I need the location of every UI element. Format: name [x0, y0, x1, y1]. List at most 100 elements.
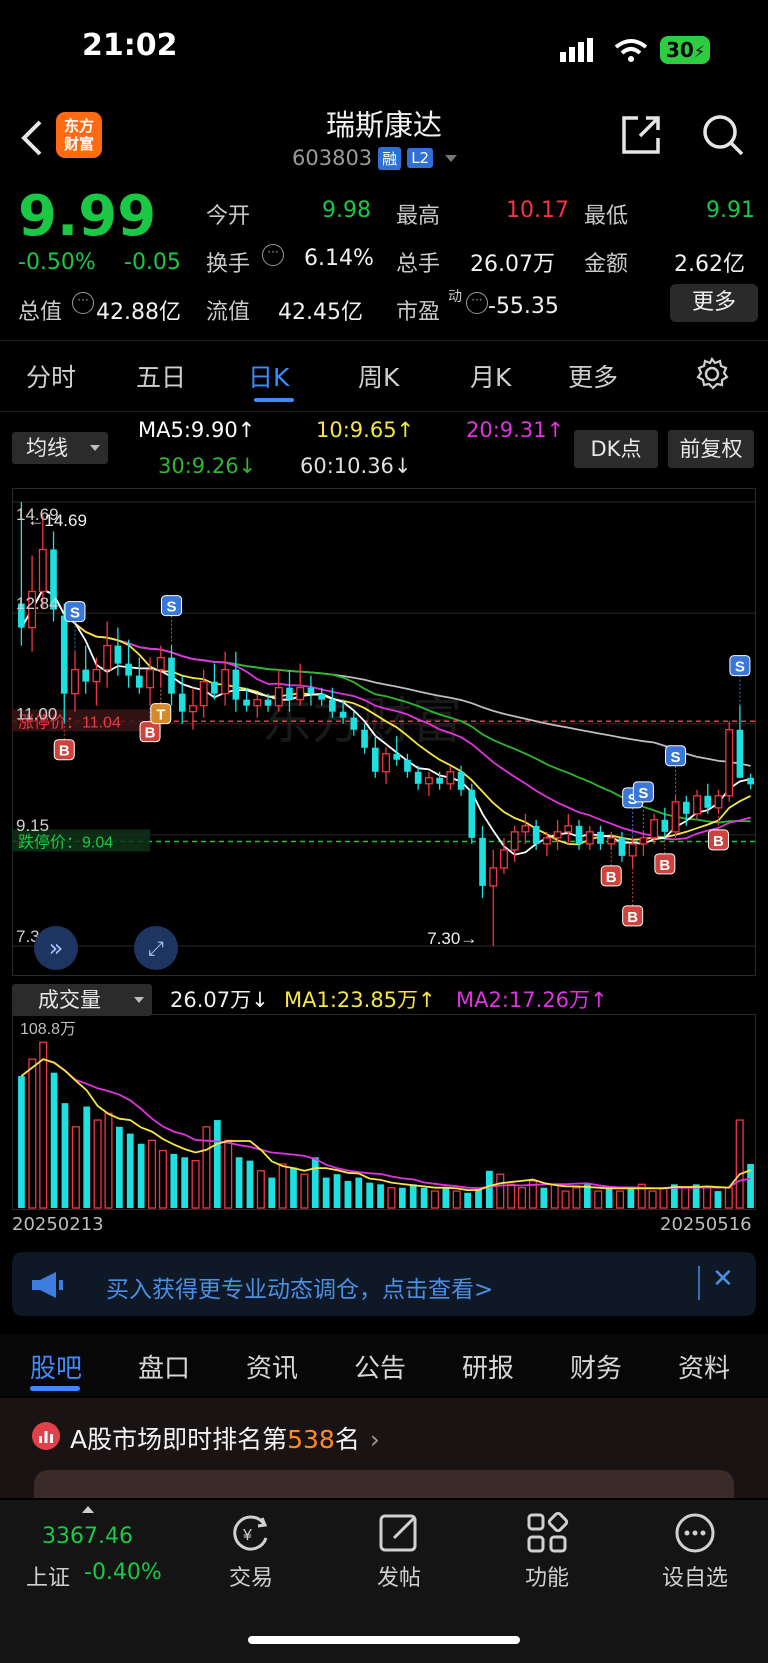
volume-ma2: MA2:17.26万↑	[456, 988, 608, 1012]
battery-icon: 30⚡	[660, 36, 710, 64]
index-name[interactable]: 上证	[26, 1560, 70, 1592]
candle-body	[286, 687, 293, 700]
volume-bar	[181, 1157, 189, 1208]
share-icon[interactable]	[618, 112, 664, 158]
volume-chart[interactable]: 108.8万	[12, 1014, 756, 1210]
more-button[interactable]: 更多	[670, 284, 758, 322]
ma5-value: MA5:9.90↑	[138, 418, 256, 442]
candle-body	[114, 645, 122, 664]
svg-text:¥: ¥	[242, 1527, 252, 1544]
candle-body	[103, 644, 112, 671]
volume-bar	[28, 1058, 37, 1209]
volume-bar	[561, 1190, 570, 1209]
tab-monthly-k[interactable]: 月K	[470, 358, 511, 394]
nav-post[interactable]: 发帖	[344, 1560, 454, 1592]
turnover-label: 换手	[206, 252, 251, 277]
volume-bar	[452, 1190, 461, 1209]
index-value[interactable]: 3367.46	[42, 1524, 133, 1549]
change-percent: -0.50%	[18, 250, 96, 275]
volume-bar	[703, 1187, 712, 1209]
tab-guba[interactable]: 股吧	[30, 1348, 82, 1385]
adjust-button[interactable]: 前复权	[668, 430, 754, 468]
change-amount: -0.05	[124, 250, 181, 275]
candle-body	[339, 711, 347, 718]
volume-bar	[659, 1187, 668, 1209]
ma20-value: 20:9.31↑	[466, 418, 565, 442]
megaphone-icon	[32, 1272, 63, 1298]
candle-body	[671, 801, 680, 833]
volume-bar	[442, 1187, 450, 1208]
signal-label: S	[735, 659, 745, 676]
more-dots-icon[interactable]	[672, 1510, 718, 1556]
high-value: 10.17	[506, 198, 569, 223]
volume-bar	[93, 1119, 102, 1209]
candle-body	[168, 657, 175, 694]
candle-body	[307, 687, 315, 694]
tab-research[interactable]: 研报	[462, 1348, 514, 1385]
tab-five-day[interactable]: 五日	[136, 358, 186, 394]
stock-code-row[interactable]: 603803 融 L2	[292, 146, 458, 170]
candle-body	[532, 825, 540, 844]
info-icon[interactable]: ···	[72, 292, 94, 314]
candle-body	[693, 795, 701, 815]
volume-bar	[256, 1170, 265, 1209]
kline-chart[interactable]: 东方财富 涨停价：11.04跌停价：9.04 14.6912.8411.009.…	[12, 488, 756, 976]
candle-body	[82, 669, 90, 682]
volume-select[interactable]: 成交量	[12, 984, 152, 1016]
caret-up-icon[interactable]	[82, 1506, 94, 1513]
tab-daily-k[interactable]: 日K	[248, 358, 289, 394]
signal-label: S	[166, 599, 176, 616]
candle-body	[575, 825, 583, 844]
volume-bar	[540, 1187, 548, 1208]
volume-select-label: 成交量	[38, 988, 101, 1012]
candle-body	[436, 777, 443, 784]
volume-bar	[191, 1159, 200, 1209]
candle-body	[414, 771, 422, 784]
tab-finance[interactable]: 财务	[570, 1348, 622, 1385]
candle-body	[542, 837, 551, 845]
ma-select[interactable]: 均线	[12, 432, 108, 464]
ma-select-label: 均线	[26, 436, 68, 460]
nav-watchlist[interactable]: 设自选	[640, 1560, 750, 1592]
tab-announcements[interactable]: 公告	[354, 1348, 406, 1385]
fullscreen-icon[interactable]: ⤢	[134, 926, 178, 970]
volume-bar	[322, 1177, 330, 1208]
dk-point-button[interactable]: DK点	[574, 430, 658, 468]
volume-bar	[126, 1133, 134, 1208]
close-icon[interactable]: ✕	[712, 1264, 734, 1294]
volume-bar	[224, 1139, 233, 1209]
last-price: 9.99	[18, 184, 157, 249]
banner-text[interactable]: 买入获得更专业动态调仓，点击查看>	[106, 1270, 493, 1304]
rank-text[interactable]: A股市场即时排名第538名 ›	[70, 1420, 380, 1456]
volume-bar	[50, 1072, 58, 1208]
nav-function[interactable]: 功能	[492, 1560, 602, 1592]
volume-bar	[104, 1112, 113, 1209]
info-icon[interactable]: ···	[466, 292, 488, 314]
caret-down-icon	[134, 997, 144, 1003]
volume-bar	[594, 1190, 603, 1209]
candle-body	[156, 656, 165, 671]
tab-profile[interactable]: 资料	[678, 1348, 730, 1385]
tab-pankou[interactable]: 盘口	[138, 1348, 190, 1385]
tab-weekly-k[interactable]: 周K	[358, 358, 399, 394]
search-icon[interactable]	[700, 112, 746, 158]
min-price-marker: 7.30→	[427, 929, 477, 948]
tab-intraday[interactable]: 分时	[26, 358, 76, 394]
max-price-marker: ←14.69	[27, 511, 87, 530]
tab-more[interactable]: 更多	[568, 358, 618, 394]
nav-trade[interactable]: 交易	[196, 1560, 306, 1592]
gear-icon[interactable]	[694, 356, 730, 392]
tab-news[interactable]: 资讯	[246, 1348, 298, 1385]
trade-icon[interactable]: ¥	[228, 1510, 274, 1556]
index-percent[interactable]: -0.40%	[84, 1560, 162, 1585]
edit-icon[interactable]	[376, 1510, 422, 1556]
rank-suffix: 名	[334, 1425, 360, 1454]
y-tick-label: 12.84	[16, 594, 59, 613]
candle-body	[125, 663, 132, 676]
pe-value: -55.35	[488, 294, 559, 319]
grid-icon[interactable]	[524, 1510, 570, 1556]
expand-left-icon[interactable]: »	[34, 926, 78, 970]
tab-underline	[254, 398, 294, 402]
info-icon[interactable]: ···	[262, 244, 284, 266]
candle-body	[38, 548, 47, 593]
